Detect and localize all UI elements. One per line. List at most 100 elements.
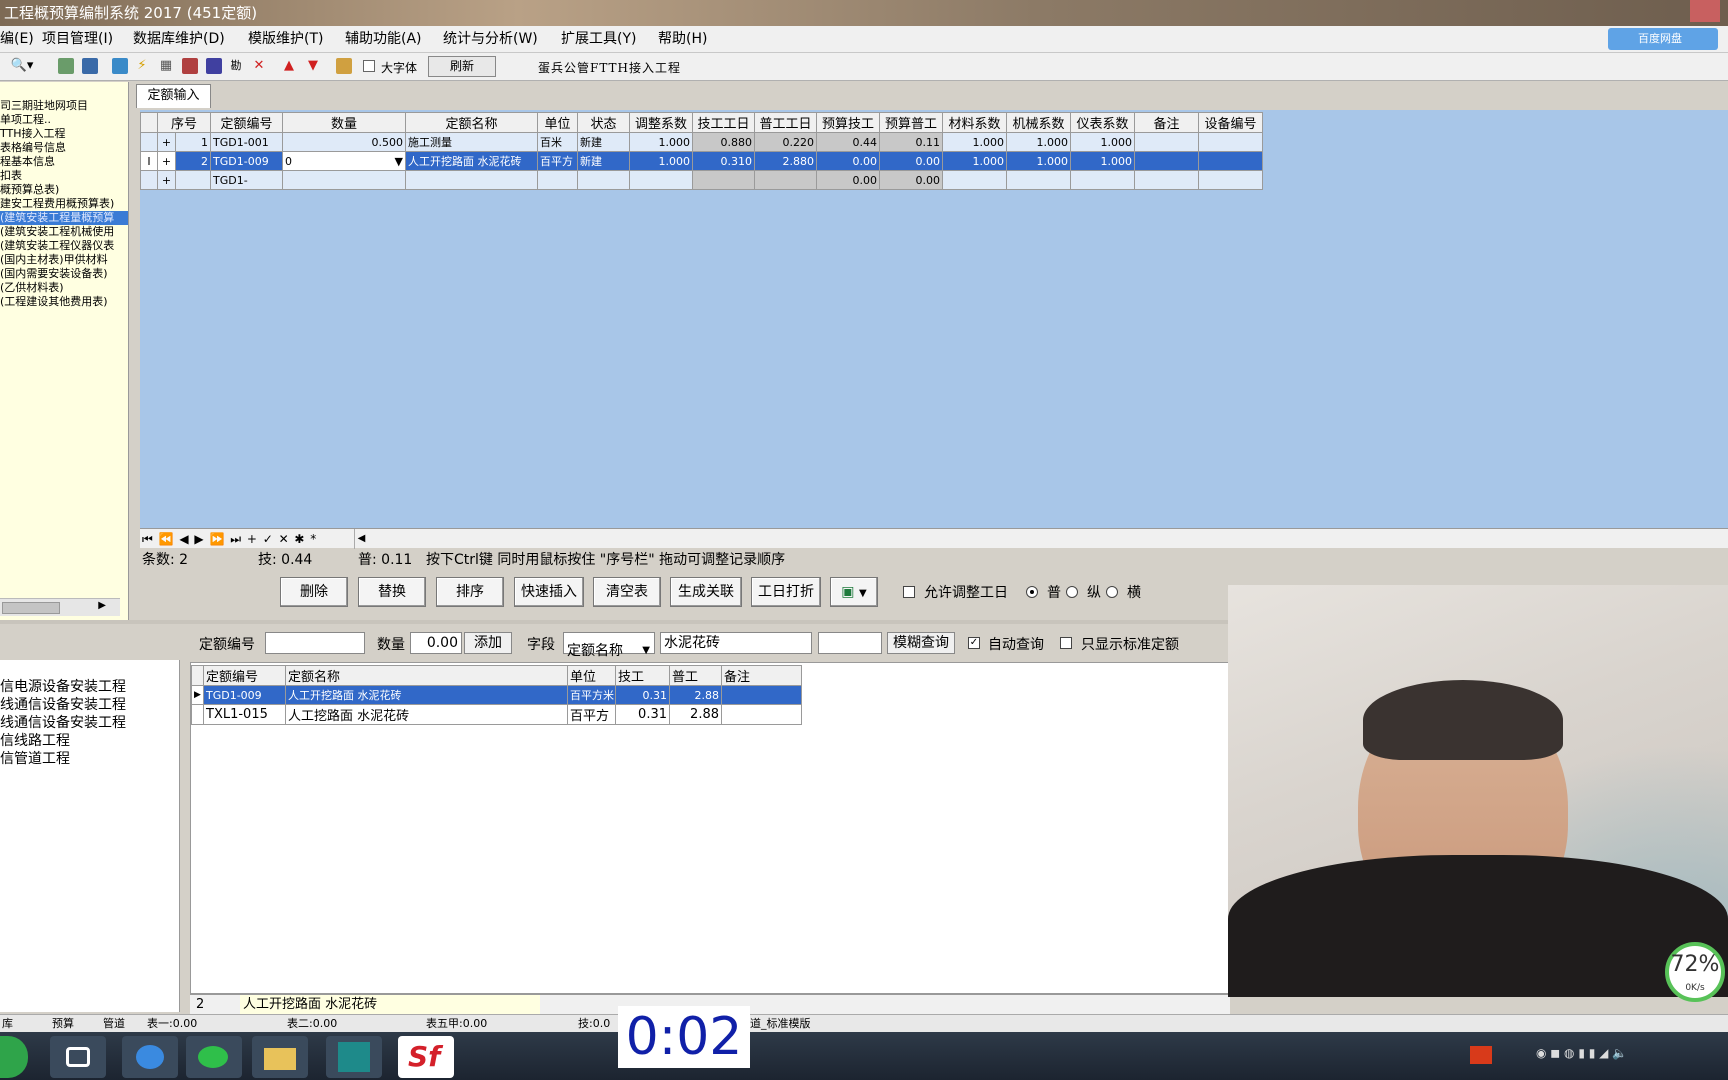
result-name[interactable]: 人工开挖路面 水泥花砖 bbox=[285, 685, 568, 705]
header-cell[interactable]: 调整系数 bbox=[629, 112, 694, 133]
menu-database[interactable]: 数据库维护(D) bbox=[133, 26, 225, 53]
header-cell[interactable]: 定额编号 bbox=[210, 112, 284, 133]
category-item[interactable]: 信电源设备安装工程 bbox=[0, 678, 126, 696]
cell-note[interactable] bbox=[1134, 132, 1200, 152]
tree-item[interactable]: 司三期驻地网项目 bbox=[0, 99, 88, 113]
result-name[interactable]: 人工挖路面 水泥花砖 bbox=[285, 704, 568, 725]
cell-device[interactable] bbox=[1198, 151, 1264, 171]
cell-cl[interactable]: 1.000 bbox=[942, 132, 1008, 152]
cell-yspg[interactable]: 0.11 bbox=[879, 132, 944, 152]
header-cell[interactable]: 普工工日 bbox=[754, 112, 818, 133]
cell-cl[interactable]: 1.000 bbox=[942, 151, 1008, 171]
dropdown-arrow-icon[interactable]: ▼ bbox=[395, 155, 403, 168]
tree-item[interactable]: (建筑安装工程仪器仪表 bbox=[0, 239, 114, 253]
window-control[interactable] bbox=[1690, 0, 1720, 22]
scroll-thumb[interactable] bbox=[2, 602, 60, 614]
query-input[interactable]: 水泥花砖 bbox=[660, 632, 812, 654]
qty-input[interactable]: 0.00 bbox=[410, 632, 462, 654]
quick-insert-button[interactable]: 快速插入 bbox=[514, 577, 584, 607]
result-code[interactable]: TGD1-009 bbox=[203, 685, 286, 705]
workday-discount-button[interactable]: 工日打折 bbox=[751, 577, 821, 607]
header-cell[interactable]: 定额名称 bbox=[285, 665, 568, 686]
radio-pu[interactable] bbox=[1026, 586, 1038, 598]
cell-device[interactable] bbox=[1198, 132, 1264, 152]
cell-device[interactable] bbox=[1198, 170, 1264, 190]
table-row[interactable]: + 1 TGD1-001 0.500 施工测量 百米 新建 1.000 0.88… bbox=[140, 132, 1264, 152]
header-cell[interactable]: 单位 bbox=[537, 112, 579, 133]
menu-assist[interactable]: 辅助功能(A) bbox=[345, 26, 422, 53]
wechat-icon[interactable] bbox=[186, 1036, 242, 1078]
fuzzy-query-button[interactable]: 模糊查询 bbox=[887, 632, 955, 654]
menu-help[interactable]: 帮助(H) bbox=[658, 26, 707, 53]
cell-name[interactable] bbox=[405, 170, 539, 190]
cell-code[interactable]: TGD1- bbox=[210, 170, 284, 190]
table-row[interactable]: + TGD1- 0.00 0.00 bbox=[140, 170, 1264, 190]
menu-template[interactable]: 模版维护(T) bbox=[248, 26, 323, 53]
tree-item[interactable]: 程基本信息 bbox=[0, 155, 55, 169]
cell-jg[interactable]: 0.310 bbox=[692, 151, 756, 171]
navigator-buttons[interactable]: ⏮ ⏪ ◀ ▶ ⏩ ⏭ + ✓ ✕ ✱ * bbox=[142, 529, 317, 549]
header-cell[interactable]: 材料系数 bbox=[942, 112, 1008, 133]
result-pg[interactable]: 2.88 bbox=[669, 704, 722, 725]
expand-icon[interactable]: + bbox=[157, 151, 176, 171]
ime-icon[interactable] bbox=[1470, 1046, 1492, 1064]
book-icon[interactable] bbox=[206, 58, 222, 74]
cell-cl[interactable] bbox=[942, 170, 1008, 190]
row-indicator[interactable]: I bbox=[140, 151, 158, 171]
cell-seq[interactable] bbox=[174, 170, 212, 190]
tree-item-selected[interactable]: (建筑安装工程量概预算 bbox=[0, 211, 128, 225]
cell-note[interactable] bbox=[1134, 151, 1200, 171]
cell-unit[interactable]: 百平方 bbox=[537, 151, 579, 171]
tree-item[interactable]: (国内主材表)甲供材料 bbox=[0, 253, 108, 267]
header-cell[interactable]: 定额名称 bbox=[405, 112, 539, 133]
header-cell[interactable]: 仪表系数 bbox=[1070, 112, 1136, 133]
menu-stats[interactable]: 统计与分析(W) bbox=[443, 26, 538, 53]
qty-edit-value[interactable]: 0 bbox=[285, 155, 292, 168]
header-cell[interactable]: 数量 bbox=[282, 112, 407, 133]
radio-zong[interactable] bbox=[1066, 586, 1078, 598]
tree-item[interactable]: (国内需要安装设备表) bbox=[0, 267, 108, 281]
add-button[interactable]: 添加 bbox=[464, 632, 512, 654]
expand-icon[interactable]: + bbox=[157, 170, 176, 190]
tree-item[interactable]: TTH接入工程 bbox=[0, 127, 66, 141]
cell-ysjg[interactable]: 0.00 bbox=[816, 151, 881, 171]
code-input[interactable] bbox=[265, 632, 365, 654]
cell-qty[interactable]: 0.500 bbox=[282, 132, 407, 152]
cell-state[interactable]: 新建 bbox=[577, 151, 631, 171]
header-cell[interactable]: 预算技工 bbox=[816, 112, 881, 133]
monitor-icon[interactable] bbox=[82, 58, 98, 74]
cell-code[interactable]: TGD1-001 bbox=[210, 132, 284, 152]
replace-button[interactable]: 替换 bbox=[358, 577, 426, 607]
sf-app-icon[interactable]: Sf bbox=[398, 1036, 454, 1078]
header-cell[interactable]: 技工工日 bbox=[692, 112, 756, 133]
field-select[interactable]: 定额名称 ▼ bbox=[563, 632, 655, 659]
tree-item[interactable]: 建安工程费用概预算表) bbox=[0, 197, 114, 211]
cell-name[interactable]: 人工开挖路面 水泥花砖 bbox=[405, 151, 539, 171]
auto-query-checkbox[interactable]: ✓ bbox=[968, 637, 980, 649]
refresh-button[interactable]: 刷新 bbox=[428, 56, 496, 77]
cell-adj[interactable] bbox=[629, 170, 694, 190]
table-icon[interactable]: ▦ bbox=[158, 58, 174, 74]
std-only-checkbox[interactable] bbox=[1060, 637, 1072, 649]
cell-seq[interactable]: 2 bbox=[174, 151, 212, 171]
row-indicator[interactable] bbox=[140, 170, 158, 190]
cell-seq[interactable]: 1 bbox=[174, 132, 212, 152]
cube-icon[interactable] bbox=[112, 58, 128, 74]
row-indicator[interactable] bbox=[140, 132, 158, 152]
result-note[interactable] bbox=[721, 685, 802, 705]
radio-heng[interactable] bbox=[1106, 586, 1118, 598]
cell-jx[interactable]: 1.000 bbox=[1006, 151, 1072, 171]
cell-yspg[interactable]: 0.00 bbox=[879, 170, 944, 190]
table-row-selected[interactable]: I + 2 TGD1-009 0 ▼ 人工开挖路面 水泥花砖 百平方 新建 1.0… bbox=[140, 151, 1264, 171]
tree-item[interactable]: 概预算总表) bbox=[0, 183, 59, 197]
cell-state[interactable] bbox=[577, 170, 631, 190]
delete-icon[interactable]: ✕ bbox=[251, 58, 267, 74]
image-icon[interactable] bbox=[58, 58, 74, 74]
cell-yb[interactable] bbox=[1070, 170, 1136, 190]
tree-item[interactable]: (乙供材料表) bbox=[0, 281, 64, 295]
clear-table-button[interactable]: 清空表 bbox=[593, 577, 661, 607]
menu-edit[interactable]: 编(E) bbox=[0, 26, 34, 53]
bigfont-checkbox[interactable] bbox=[363, 60, 375, 72]
category-item[interactable]: 线通信设备安装工程 bbox=[0, 714, 126, 732]
header-cell[interactable]: 定额编号 bbox=[203, 665, 286, 686]
